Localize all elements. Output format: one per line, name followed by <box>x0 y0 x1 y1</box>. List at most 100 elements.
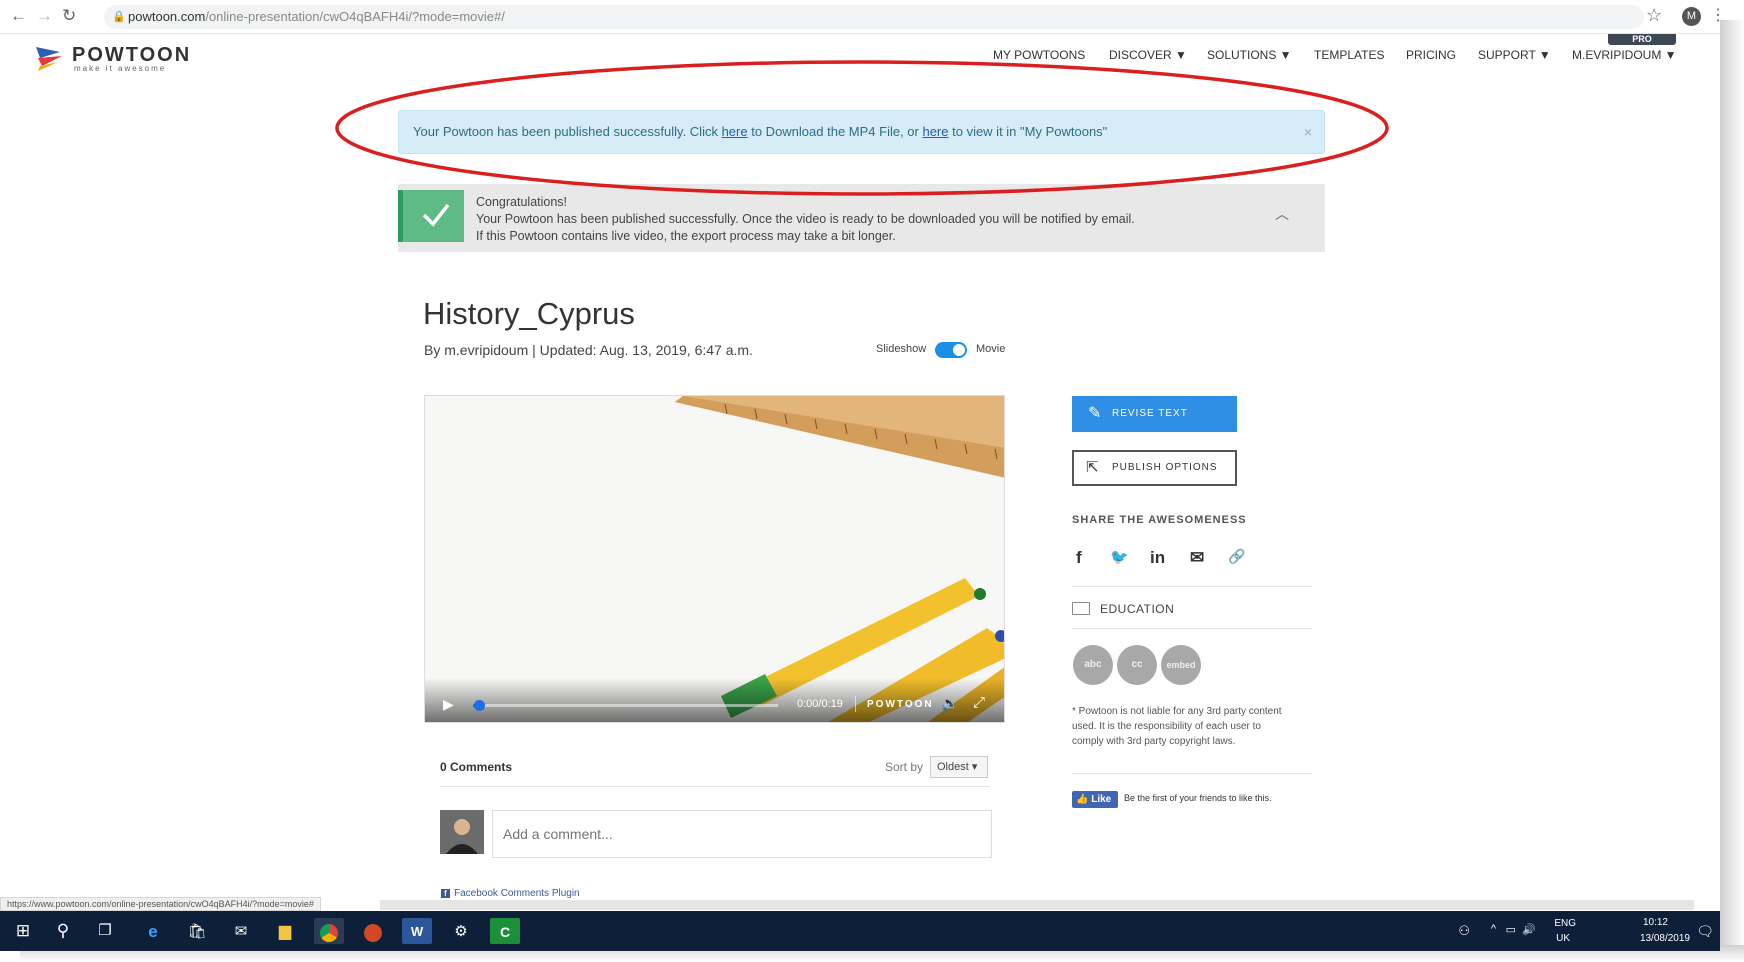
publish-options-button[interactable]: ⇱ PUBLISH OPTIONS <box>1072 450 1237 486</box>
cc-button[interactable]: cc <box>1117 645 1157 685</box>
windows-taskbar: ⊞ ⚲ ❐ e 🛍 ✉ ▆ W ⚙ C ⚇ ^ ▭ 🔊 ENG UK 10:12… <box>0 911 1720 951</box>
logo-tagline: make it awesome <box>74 64 167 73</box>
third-party-disclaimer: * Powtoon is not liable for any 3rd part… <box>1072 706 1282 747</box>
volume-icon[interactable]: 🔈 <box>941 695 958 712</box>
controls-divider <box>855 696 856 712</box>
alert-text-3: to view it in "My Powtoons" <box>948 124 1108 139</box>
nav-templates[interactable]: TEMPLATES <box>1314 48 1384 62</box>
play-icon[interactable]: ▶ <box>443 696 454 713</box>
video-progress-handle[interactable] <box>474 700 486 711</box>
link-share-icon[interactable]: 🔗 <box>1228 548 1245 565</box>
user-photo-icon <box>440 810 484 854</box>
publish-success-alert: Your Powtoon has been published successf… <box>398 110 1325 154</box>
notifications-icon[interactable]: 🗨 <box>1696 923 1714 940</box>
abc-button[interactable]: abc <box>1073 645 1113 685</box>
video-watermark-logo[interactable]: POWTOON <box>867 699 934 710</box>
category-education[interactable]: EDUCATION <box>1072 602 1174 616</box>
profile-avatar[interactable]: M <box>1682 7 1701 26</box>
settings-app-icon[interactable]: ⚙ <box>446 918 476 944</box>
browser-menu-icon[interactable]: ⋮ <box>1710 5 1726 25</box>
alert-close-icon[interactable]: × <box>1304 111 1312 153</box>
facebook-comments-plugin-link[interactable]: f Facebook Comments Plugin <box>441 888 580 899</box>
congratulations-text: Congratulations! Your Powtoon has been p… <box>476 194 1135 245</box>
nav-pricing[interactable]: PRICING <box>1406 48 1456 62</box>
speaker-icon[interactable]: 🔊 <box>1522 923 1536 936</box>
file-explorer-icon[interactable]: ▆ <box>270 918 300 944</box>
mail-icon[interactable]: ✉ <box>226 918 256 944</box>
network-icon[interactable]: ▭ <box>1506 923 1516 936</box>
commenter-avatar <box>440 810 484 854</box>
powtoon-byline: By m.evripidoum | Updated: Aug. 13, 2019… <box>424 342 753 358</box>
powerpoint-icon[interactable] <box>358 918 388 944</box>
edge-icon[interactable]: e <box>138 918 168 944</box>
address-bar[interactable]: 🔒 powtoon.com/online-presentation/cwO4qB… <box>104 5 1644 29</box>
embed-button[interactable]: embed <box>1161 645 1201 685</box>
fullscreen-icon[interactable]: ⤢ <box>973 694 985 711</box>
thumbs-up-icon: 👍 <box>1076 794 1089 805</box>
like-label: Like <box>1091 794 1112 805</box>
lang-eng[interactable]: ENG <box>1554 918 1576 929</box>
horizontal-scrollbar[interactable] <box>380 900 1694 910</box>
task-view-icon[interactable]: ❐ <box>94 917 116 945</box>
alert-text-2: to Download the MP4 File, or <box>747 124 923 139</box>
sidebar-divider <box>1072 773 1312 774</box>
twitter-share-icon[interactable]: 🐦 <box>1110 548 1129 566</box>
people-icon[interactable]: ⚇ <box>1458 923 1470 939</box>
toggle-label-slideshow[interactable]: Slideshow <box>876 343 926 355</box>
facebook-plugin-label: Facebook Comments Plugin <box>454 888 580 899</box>
publish-options-label: PUBLISH OPTIONS <box>1112 462 1218 473</box>
video-player[interactable]: ▶ 0:00/0:19 POWTOON 🔈 ⤢ <box>424 395 1005 723</box>
chrome-icon[interactable] <box>314 918 344 944</box>
url-host: powtoon.com <box>128 9 206 24</box>
nav-solutions[interactable]: SOLUTIONS ▼ <box>1207 48 1292 62</box>
facebook-share-icon[interactable]: f <box>1076 548 1082 568</box>
share-heading: SHARE THE AWESOMENESS <box>1072 514 1247 526</box>
comments-divider <box>440 786 990 787</box>
download-mp4-link[interactable]: here <box>722 124 748 139</box>
email-share-icon[interactable]: ✉ <box>1190 548 1204 568</box>
facebook-icon: f <box>441 889 450 898</box>
store-icon[interactable]: 🛍 <box>182 918 212 944</box>
search-icon[interactable]: ⚲ <box>52 917 74 945</box>
video-time: 0:00/0:19 <box>797 698 843 710</box>
powtoon-logo-mark-icon <box>36 47 62 71</box>
url-path: /online-presentation/cwO4qBAFH4i/?mode=m… <box>205 9 505 24</box>
frame-shadow-right <box>1720 20 1744 962</box>
facebook-like-button[interactable]: 👍 Like <box>1072 791 1118 808</box>
collapse-chevron-up-icon[interactable]: ︿ <box>1275 204 1289 224</box>
clock-date[interactable]: 13/08/2019 <box>1640 933 1690 944</box>
nav-my-powtoons[interactable]: MY POWTOONS <box>993 48 1085 62</box>
add-comment-input[interactable] <box>492 810 992 858</box>
sort-select[interactable]: Oldest ▾ <box>930 756 988 778</box>
linkedin-share-icon[interactable]: in <box>1150 548 1165 568</box>
congrats-line-3: If this Powtoon contains live video, the… <box>476 229 896 243</box>
nav-user-menu[interactable]: M.EVRIPIDOUM ▼ <box>1572 48 1677 62</box>
slideshow-movie-toggle[interactable] <box>935 342 967 358</box>
lang-uk[interactable]: UK <box>1556 933 1570 944</box>
pencil-icon: ✎ <box>1088 405 1103 422</box>
back-arrow-icon[interactable]: ← <box>10 6 27 26</box>
clock-time[interactable]: 10:12 <box>1643 917 1668 928</box>
bookmark-star-icon[interactable]: ☆ <box>1646 5 1662 26</box>
nav-discover[interactable]: DISCOVER ▼ <box>1109 48 1187 62</box>
congratulations-panel: Congratulations! Your Powtoon has been p… <box>398 184 1325 252</box>
video-progress-bar[interactable] <box>473 700 778 711</box>
powtoon-logo[interactable]: POWTOON make it awesome <box>34 42 194 74</box>
lock-icon: 🔒 <box>112 11 126 23</box>
word-icon[interactable]: W <box>402 918 432 944</box>
alert-text-1: Your Powtoon has been published successf… <box>413 124 722 139</box>
revise-text-button[interactable]: ✎ REVISE TEXT <box>1072 396 1237 432</box>
nav-support[interactable]: SUPPORT ▼ <box>1478 48 1551 62</box>
category-label: EDUCATION <box>1100 602 1175 616</box>
reload-icon[interactable]: ↻ <box>62 6 76 26</box>
tray-chevron-up-icon[interactable]: ^ <box>1491 923 1496 935</box>
windows-start-icon[interactable]: ⊞ <box>12 917 34 945</box>
browser-toolbar: ← → ↻ 🔒 powtoon.com/online-presentation/… <box>0 0 1726 34</box>
folder-icon <box>1072 602 1090 615</box>
share-out-icon: ⇱ <box>1086 459 1100 476</box>
toggle-label-movie[interactable]: Movie <box>976 343 1005 355</box>
forward-arrow-icon[interactable]: → <box>36 6 53 26</box>
view-my-powtoons-link[interactable]: here <box>922 124 948 139</box>
camtasia-icon[interactable]: C <box>490 918 520 944</box>
congrats-heading: Congratulations! <box>476 195 568 209</box>
